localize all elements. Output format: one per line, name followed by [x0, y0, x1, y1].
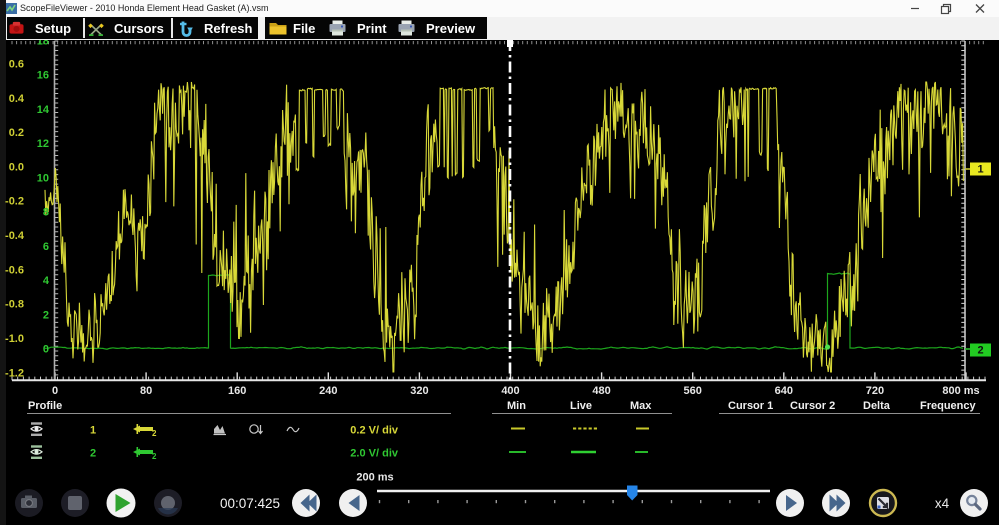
svg-text:x4: x4: [935, 496, 950, 511]
svg-text:00:07:425: 00:07:425: [220, 496, 280, 511]
